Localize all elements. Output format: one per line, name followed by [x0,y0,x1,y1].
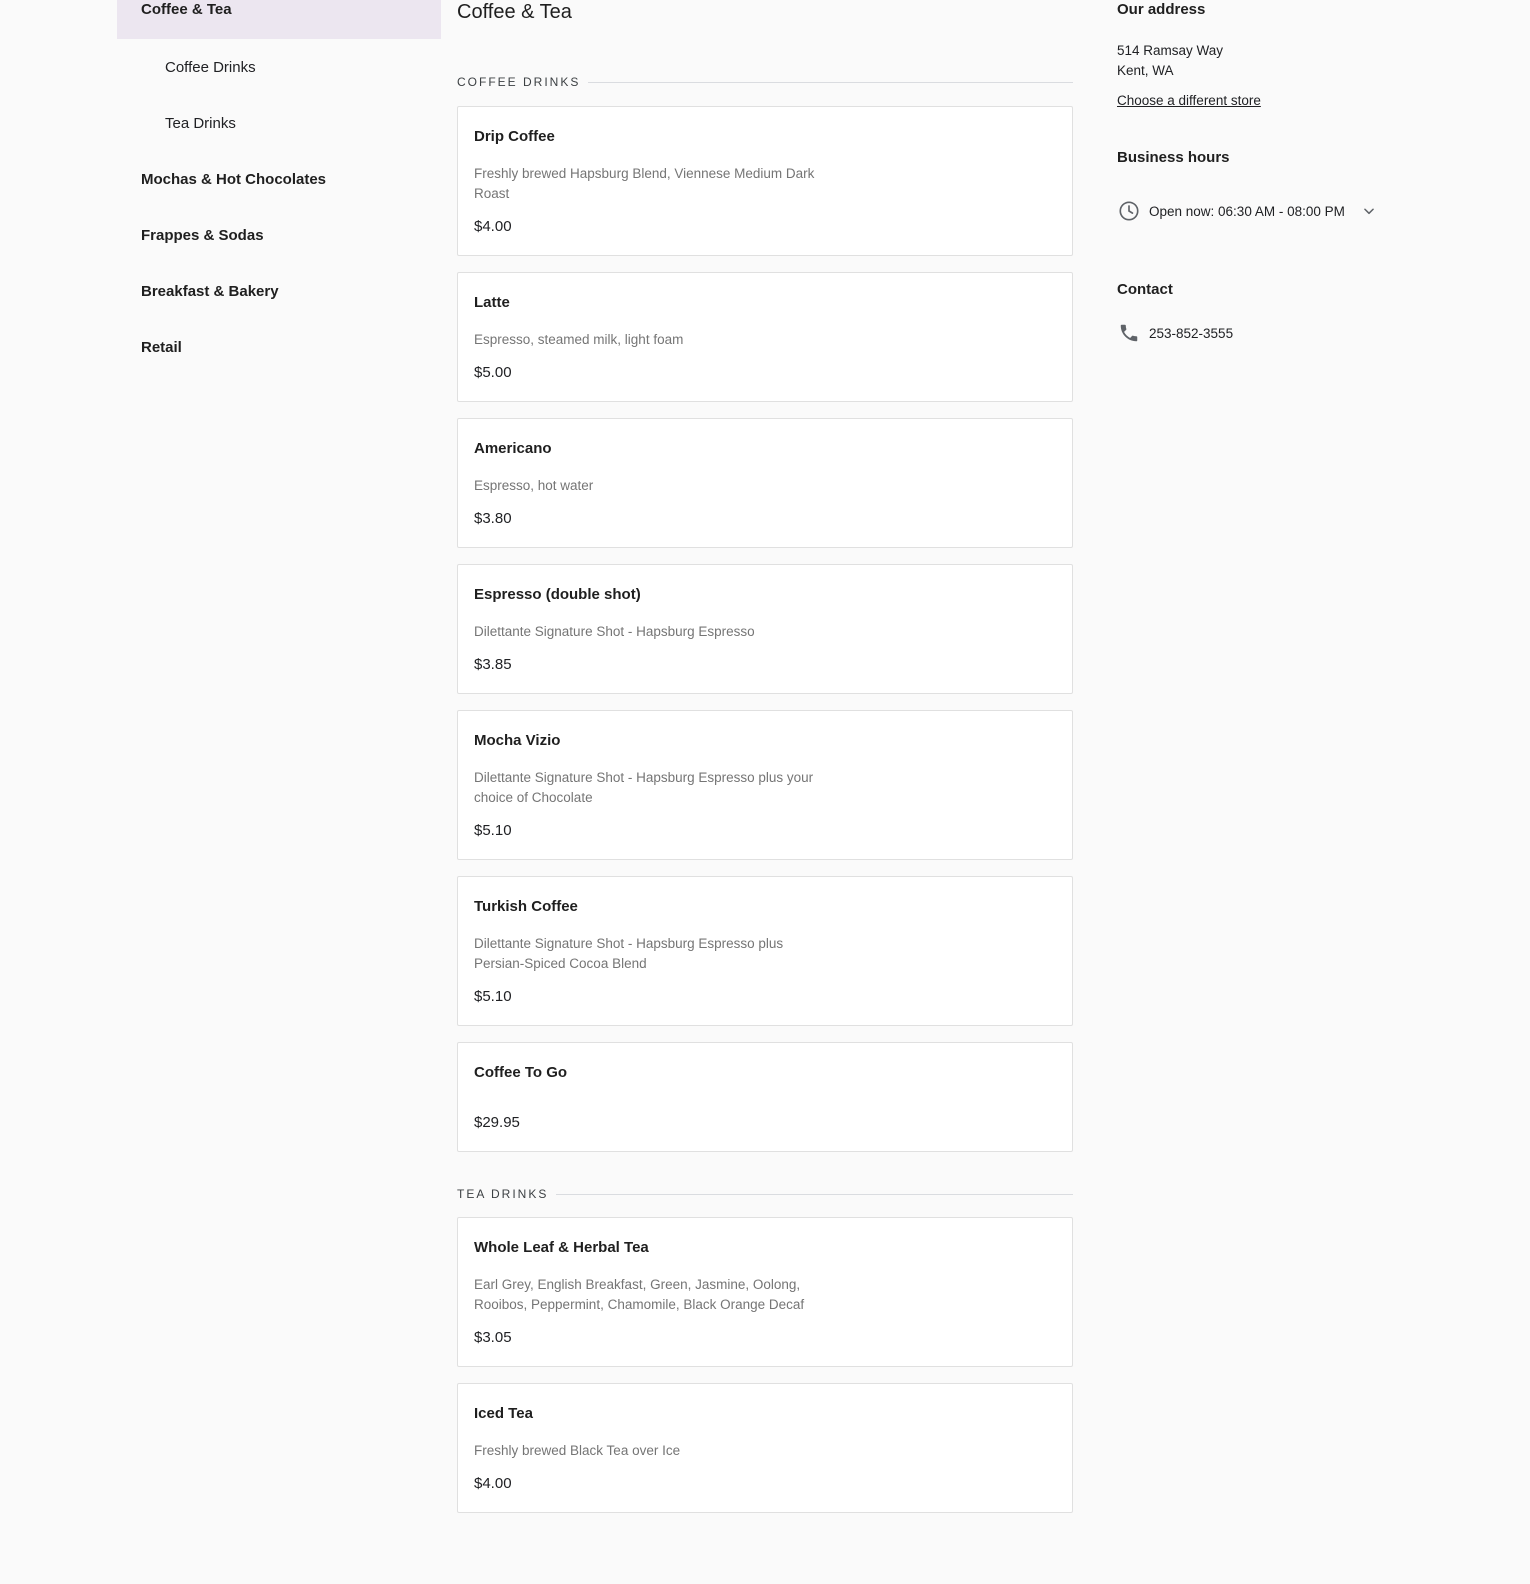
menu-item-name: Mocha Vizio [474,732,561,749]
nav-item-breakfast-bakery[interactable]: Breakfast & Bakery [117,263,441,319]
nav-item-mochas-hot-chocolates[interactable]: Mochas & Hot Chocolates [117,151,441,207]
menu-item-price: $5.10 [474,822,512,839]
menu-item-name: Turkish Coffee [474,898,578,915]
section-heading-coffee-drinks: COFFEE DRINKS [457,75,1073,89]
contact-row: 253-852-3555 [1117,321,1233,345]
menu-item-price: $5.10 [474,988,512,1005]
menu-item-name: Latte [474,294,510,311]
menu-item-card[interactable]: Espresso (double shot) Dilettante Signat… [457,564,1073,694]
nav-item-label: Coffee & Tea [141,1,232,18]
menu-item-card[interactable]: Drip Coffee Freshly brewed Hapsburg Blen… [457,106,1073,256]
nav-item-label: Mochas & Hot Chocolates [141,170,327,188]
nav-item-tea-drinks[interactable]: Tea Drinks [117,95,441,151]
business-hours-status: Open now: 06:30 AM - 08:00 PM [1149,203,1345,219]
chevron-down-icon[interactable] [1357,199,1381,223]
business-hours-heading: Business hours [1117,149,1230,166]
nav-item-coffee-tea[interactable]: Coffee & Tea [117,0,441,39]
section-divider [588,81,1073,83]
menu-item-card[interactable]: Iced Tea Freshly brewed Black Tea over I… [457,1383,1073,1513]
menu-item-price: $4.00 [474,218,512,235]
address-heading: Our address [1117,1,1206,18]
contact-phone[interactable]: 253-852-3555 [1149,326,1233,341]
nav-item-retail[interactable]: Retail [117,319,441,375]
menu-item-price: $3.85 [474,656,512,673]
menu-item-description: Dilettante Signature Shot - Hapsburg Esp… [474,624,755,639]
section-heading-tea-drinks: TEA DRINKS [457,1187,1073,1201]
address-line-2: Kent, WA [1117,63,1174,78]
menu-item-price: $3.80 [474,510,512,527]
menu-item-name: Whole Leaf & Herbal Tea [474,1239,649,1256]
nav-item-coffee-drinks[interactable]: Coffee Drinks [117,39,441,95]
nav-item-frappes-sodas[interactable]: Frappes & Sodas [117,207,441,263]
menu-item-description: Freshly brewed Hapsburg Blend, Viennese … [474,166,815,201]
page-title: Coffee & Tea [457,1,572,23]
menu-item-name: Coffee To Go [474,1064,568,1081]
menu-item-card[interactable]: Mocha Vizio Dilettante Signature Shot - … [457,710,1073,860]
category-nav: Coffee & Tea Coffee Drinks Tea Drinks Mo… [117,0,441,375]
menu-item-card[interactable]: Latte Espresso, steamed milk, light foam… [457,272,1073,402]
menu-item-description: Dilettante Signature Shot - Hapsburg Esp… [474,936,784,971]
menu-item-description: Espresso, steamed milk, light foam [474,332,684,347]
menu-item-name: Iced Tea [474,1405,533,1422]
phone-icon [1117,321,1141,345]
menu-item-description: Freshly brewed Black Tea over Ice [474,1443,681,1458]
menu-item-name: Drip Coffee [474,128,555,145]
menu-item-name: Americano [474,440,552,457]
menu-item-price: $3.05 [474,1329,512,1346]
nav-item-label: Frappes & Sodas [141,226,264,244]
menu-item-card[interactable]: Coffee To Go $29.95 [457,1042,1073,1152]
section-heading-label: TEA DRINKS [457,1187,549,1201]
nav-item-label: Coffee Drinks [165,58,256,76]
menu-item-card[interactable]: Whole Leaf & Herbal Tea Earl Grey, Engli… [457,1217,1073,1367]
section-heading-label: COFFEE DRINKS [457,75,581,89]
clock-icon [1117,199,1141,223]
section-divider [556,1193,1073,1195]
menu-item-price: $5.00 [474,364,512,381]
address-line-1: 514 Ramsay Way [1117,43,1224,58]
menu-item-name: Espresso (double shot) [474,586,641,603]
menu-item-price: $4.00 [474,1475,512,1492]
menu-item-description: Espresso, hot water [474,478,594,493]
menu-item-card[interactable]: Turkish Coffee Dilettante Signature Shot… [457,876,1073,1026]
nav-item-label: Retail [141,338,182,356]
menu-item-description: Earl Grey, English Breakfast, Green, Jas… [474,1277,805,1312]
choose-store-link[interactable]: Choose a different store [1117,93,1261,108]
nav-item-label: Tea Drinks [165,114,236,132]
menu-item-price: $29.95 [474,1114,520,1131]
contact-heading: Contact [1117,281,1173,298]
nav-item-label: Breakfast & Bakery [141,282,279,300]
menu-item-card[interactable]: Americano Espresso, hot water $3.80 [457,418,1073,548]
business-hours-row: Open now: 06:30 AM - 08:00 PM [1117,199,1381,223]
menu-item-description: Dilettante Signature Shot - Hapsburg Esp… [474,770,814,805]
